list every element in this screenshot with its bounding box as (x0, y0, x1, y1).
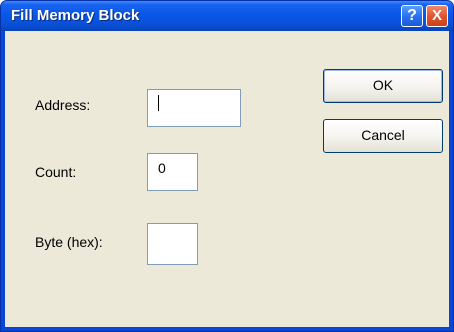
fill-memory-block-dialog: Fill Memory Block ? X Address: Count: 0 … (0, 0, 454, 332)
help-button[interactable]: ? (401, 5, 423, 27)
address-field[interactable] (147, 89, 241, 127)
byte-hex-label: Byte (hex): (35, 234, 103, 250)
title-bar[interactable]: Fill Memory Block ? X (1, 1, 453, 31)
count-label: Count: (35, 164, 77, 180)
byte-hex-field[interactable] (147, 223, 198, 265)
count-field[interactable]: 0 (147, 153, 198, 191)
dialog-title: Fill Memory Block (11, 7, 140, 24)
ok-button[interactable]: OK (323, 69, 443, 103)
address-label: Address: (35, 97, 91, 113)
close-icon: X (431, 7, 442, 24)
dialog-body: Address: Count: 0 Byte (hex): OK Cancel (5, 31, 449, 327)
count-value: 0 (158, 160, 166, 176)
close-button[interactable]: X (426, 5, 448, 27)
text-caret (158, 95, 159, 111)
cancel-button[interactable]: Cancel (323, 119, 443, 153)
help-icon: ? (407, 7, 417, 24)
